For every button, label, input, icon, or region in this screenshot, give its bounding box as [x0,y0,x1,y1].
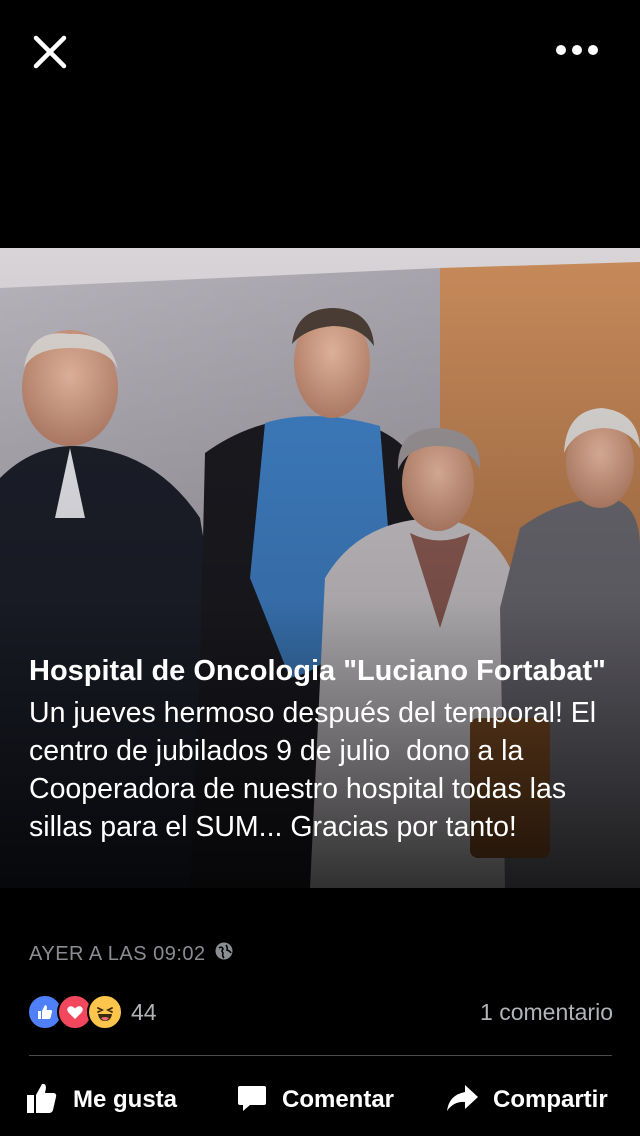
post-action-bar: Me gusta Comentar Compartir [0,1070,640,1130]
reactions-summary[interactable]: 44 1 comentario [27,994,613,1030]
share-button[interactable]: Compartir [445,1070,608,1130]
thumbs-up-icon [25,1081,59,1120]
comment-label: Comentar [282,1086,395,1113]
page-name-link[interactable]: Hospital de Oncologia "Luciano Fortabat" [29,652,619,690]
haha-reaction-icon [87,994,123,1030]
post-timestamp[interactable]: AYER A LAS 09:02 [29,943,206,966]
more-options-icon[interactable] [552,36,602,64]
reaction-count: 44 [131,998,157,1025]
post-caption: Un jueves hermoso después del temporal! … [29,697,605,843]
divider [29,1055,612,1056]
close-icon[interactable] [30,32,70,72]
viewer-top-bar [0,0,640,100]
like-button[interactable]: Me gusta [25,1070,177,1130]
like-label: Me gusta [73,1086,178,1113]
comment-button[interactable]: Comentar [236,1070,394,1130]
globe-icon [214,941,234,967]
post-text-overlay: Hospital de Oncologia "Luciano Fortabat"… [29,652,619,846]
post-meta: AYER A LAS 09:02 [29,940,234,968]
share-arrow-icon [445,1083,479,1118]
comment-bubble-icon [236,1082,268,1119]
share-label: Compartir [493,1086,608,1113]
comment-count-link[interactable]: 1 comentario [480,999,613,1026]
